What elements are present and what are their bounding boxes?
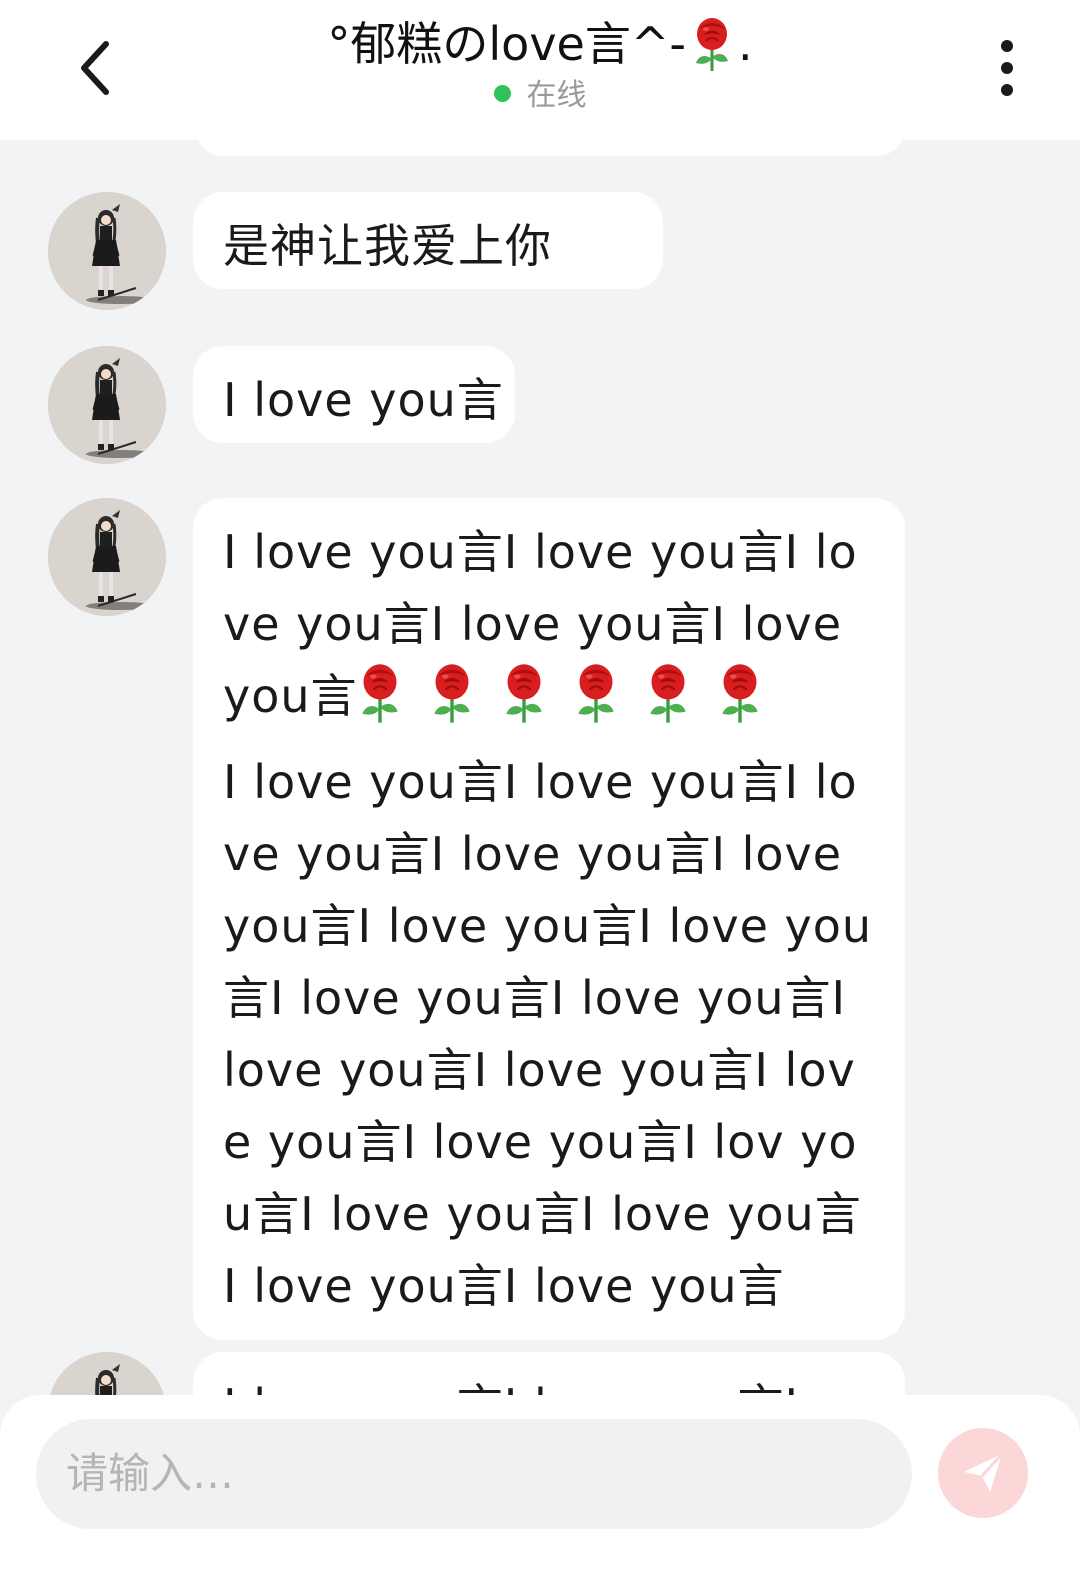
chat-title-area[interactable]: °郁糕のlove言^-. 在线: [180, 8, 900, 118]
send-paper-plane-icon: [964, 1452, 1004, 1492]
more-options-button[interactable]: [982, 36, 1032, 100]
message-text: I love you言: [223, 373, 504, 427]
message-text: I love you言I love you言I love you言I love …: [223, 755, 873, 1313]
rose-emoji-row: [358, 662, 790, 746]
avatar-image: [48, 346, 166, 464]
rose-emoji-icon: [574, 662, 618, 726]
previous-message-bubble: [195, 140, 905, 156]
message-bubble[interactable]: I love you言: [193, 346, 515, 443]
online-status: 在线: [180, 74, 900, 118]
contact-avatar[interactable]: [48, 1352, 166, 1395]
message-text: I love you言I love you言I: [223, 1379, 799, 1395]
composer-bar: 请输入…: [0, 1395, 1080, 1587]
message-bubble[interactable]: 是神让我爱上你: [193, 192, 663, 289]
message-text: 是神让我爱上你: [223, 219, 552, 273]
avatar-image: [48, 1352, 166, 1395]
rose-emoji-icon: [502, 662, 546, 726]
message-input[interactable]: 请输入…: [36, 1419, 912, 1529]
avatar-image: [48, 498, 166, 616]
rose-emoji-icon: [718, 662, 762, 726]
send-button[interactable]: [938, 1428, 1028, 1518]
rose-emoji-icon: [358, 662, 402, 726]
more-vertical-icon: [1001, 40, 1013, 52]
status-text: 在线: [526, 78, 587, 113]
avatar-image: [48, 192, 166, 310]
chat-title-text: °郁糕のlove言^-: [327, 17, 686, 71]
chat-header: °郁糕のlove言^-. 在线: [0, 0, 1080, 140]
chat-title-suffix: .: [737, 17, 753, 71]
chevron-left-icon: [81, 41, 109, 95]
contact-avatar[interactable]: [48, 346, 166, 464]
chat-title: °郁糕のlove言^-.: [180, 8, 900, 80]
back-button[interactable]: [62, 30, 132, 106]
contact-avatar[interactable]: [48, 498, 166, 616]
message-list[interactable]: 是神让我爱上你 I love you言 I love you言I love yo…: [0, 140, 1080, 1395]
message-bubble[interactable]: I love you言I love you言I: [193, 1352, 905, 1395]
online-dot-icon: [493, 85, 511, 102]
rose-emoji-icon: [692, 16, 732, 74]
rose-emoji-icon: [430, 662, 474, 726]
message-input-placeholder: 请输入…: [66, 1449, 235, 1498]
contact-avatar[interactable]: [48, 192, 166, 310]
message-bubble[interactable]: I love you言I love you言I love you言I love …: [193, 498, 905, 1340]
rose-emoji-icon: [646, 662, 690, 726]
